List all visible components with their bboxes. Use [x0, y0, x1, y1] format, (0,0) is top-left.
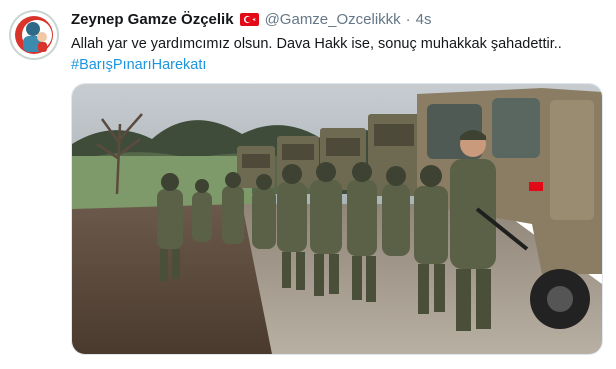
turkey-flag-icon	[239, 12, 259, 26]
tweet-header: Zeynep Gamze Özçelik @Gamze_Ozcelikkk · …	[71, 9, 432, 29]
photo-soldiers-marching	[72, 84, 602, 354]
tweet-card[interactable]: Zeynep Gamze Özçelik @Gamze_Ozcelikkk · …	[0, 0, 616, 369]
tweet-media-photo[interactable]	[71, 83, 603, 355]
tweet-body-text: Allah yar ve yardımcımız olsun. Dava Hak…	[71, 36, 562, 52]
tweet-text: Allah yar ve yardımcımız olsun. Dava Hak…	[71, 34, 611, 76]
user-handle[interactable]: @Gamze_Ozcelikkk	[265, 11, 401, 28]
tweet-timestamp[interactable]: 4s	[416, 11, 432, 28]
display-name[interactable]: Zeynep Gamze Özçelik	[71, 11, 234, 28]
avatar-image	[9, 10, 59, 60]
separator-dot: ·	[405, 10, 411, 28]
profile-avatar[interactable]	[9, 10, 59, 60]
hashtag-link[interactable]: #BarışPınarıHarekatı	[71, 55, 611, 76]
